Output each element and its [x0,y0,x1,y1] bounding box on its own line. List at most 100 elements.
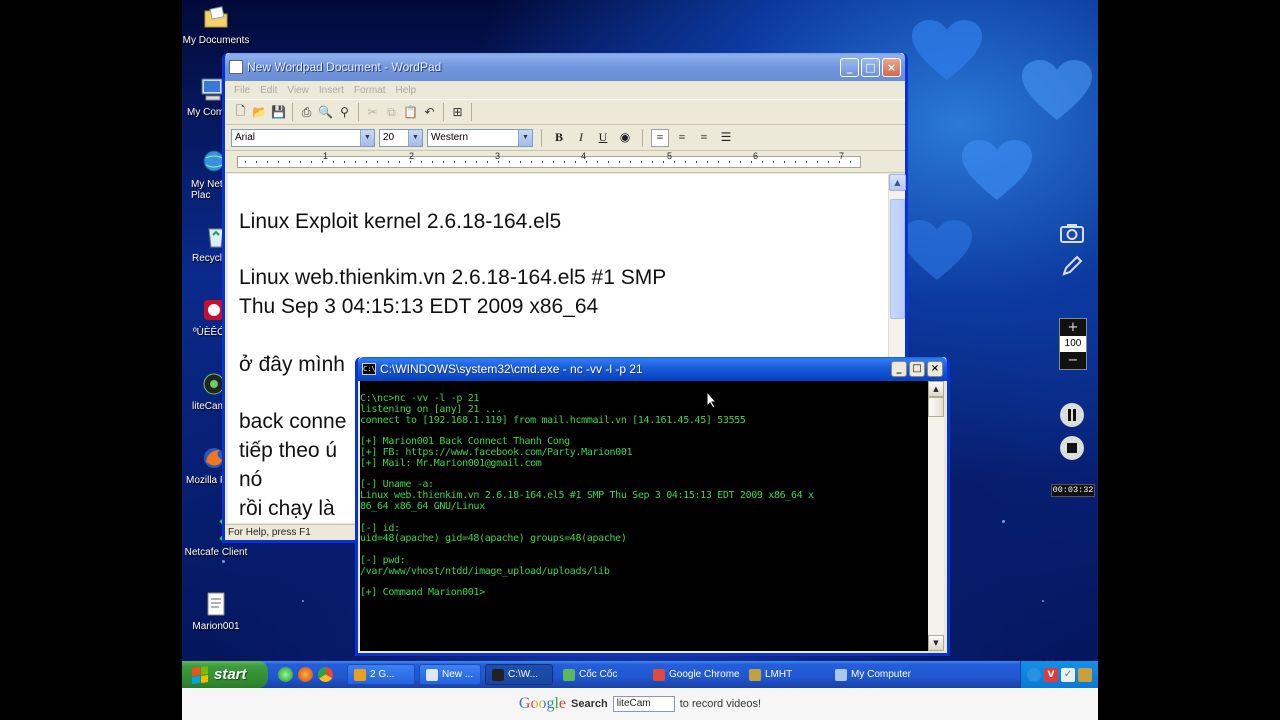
ruler-tick [421,161,422,163]
new-document-icon[interactable]: 🗋 [231,103,250,122]
coccoc-icon[interactable] [278,667,293,682]
taskbar-item-coccoc[interactable]: Cốc Cốc [557,664,643,685]
taskbar: start 2 G... New ... C:\W... Cốc Cốc Goo… [182,661,1098,688]
italic-button[interactable]: I [572,129,590,147]
scroll-up-icon[interactable]: ▲ [889,174,906,191]
menu-file[interactable]: File [229,85,255,96]
open-folder-icon[interactable]: 📂 [250,103,269,122]
taskbar-item-wordpad[interactable]: New ... [419,664,481,685]
menu-help[interactable]: Help [391,85,422,96]
ruler-tick [586,161,587,163]
maximize-button[interactable]: □ [861,57,880,77]
firefox-icon[interactable] [298,667,313,682]
minimize-button[interactable]: _ [840,57,859,77]
ruler-tick [465,161,466,163]
ruler-tick [509,161,510,163]
print-preview-icon[interactable]: 🔍 [316,103,335,122]
ruler-tick [564,161,565,163]
antivirus-icon[interactable]: V [1044,667,1058,682]
pen-icon[interactable] [1060,254,1084,278]
font-name-select[interactable]: Arial ▼ [231,128,375,147]
scroll-down-icon[interactable]: ▼ [928,635,944,651]
ruler-tick [707,161,708,163]
paste-icon[interactable]: 📋 [401,103,420,122]
font-size-select[interactable]: 20 ▼ [379,128,423,147]
print-icon[interactable]: ⎙ [297,103,316,122]
start-button[interactable]: start [182,661,268,688]
ruler-tick [245,161,246,163]
close-button[interactable]: × [882,57,901,77]
recording-timer: 00:03:32 [1051,484,1095,497]
taskbar-item-my-computer[interactable]: My Computer [829,664,921,685]
wordpad-toolbar: 🗋 📂 💾 ⎙ 🔍 ⚲ ✂ ⧉ 📋 ↶ ⊞ [225,99,905,125]
copy-icon[interactable]: ⧉ [382,103,401,122]
ruler[interactable]: 1 2 3 4 5 6 7 [225,151,905,173]
desktop-icon-marion001[interactable]: Marion001 [179,590,253,632]
align-center-icon[interactable]: ≡ [673,129,691,147]
bold-button[interactable]: B [550,129,568,147]
ruler-tick [762,161,763,163]
mouse-cursor-icon [706,391,718,409]
undo-icon[interactable]: ↶ [420,103,439,122]
scroll-thumb[interactable] [928,397,944,417]
scroll-thumb[interactable] [890,199,905,319]
wordpad-titlebar[interactable]: New Wordpad Document - WordPad _ □ × [225,53,905,81]
cmd-titlebar[interactable]: C:\ C:\WINDOWS\system32\cmd.exe - nc -vv… [358,357,947,381]
taskbar-item-lmht[interactable]: LMHT [743,664,825,685]
close-button[interactable]: × [927,361,943,377]
camera-icon[interactable] [1059,222,1085,244]
align-right-icon[interactable]: ≡ [695,129,713,147]
taskbar-item-cmd[interactable]: C:\W... [485,664,553,685]
stop-button[interactable] [1060,436,1084,460]
record-videos-text: to record videos! [679,698,762,710]
console-line: [+] Command Marion001> [360,587,485,599]
taskbar-item-browser-group[interactable]: 2 G... [347,664,415,685]
chrome-icon[interactable] [318,667,333,682]
console-line: /var/www/vhost/ntdd/image_upload/uploads… [360,565,610,577]
ruler-tick [784,161,785,163]
bullets-icon[interactable]: ☰ [717,129,735,147]
menu-format[interactable]: Format [349,85,391,96]
menu-edit[interactable]: Edit [255,85,282,96]
network-icon[interactable] [1027,667,1041,682]
save-icon[interactable]: 💾 [269,103,288,122]
heart-decoration [1022,60,1092,122]
ruler-tick [377,161,378,163]
cmd-window[interactable]: C:\ C:\WINDOWS\system32\cmd.exe - nc -vv… [355,357,950,656]
desktop-icon-my-documents[interactable]: My Documents [179,4,253,46]
console-output[interactable]: C:\nc>nc -vv -l -p 21 listening on [any] … [360,381,933,651]
search-input[interactable]: liteCam [612,696,675,712]
align-left-icon[interactable]: ≡ [651,128,669,147]
color-palette-icon[interactable]: ◉ [616,129,634,147]
tray-app-icon[interactable] [1078,667,1092,682]
scroll-up-icon[interactable]: ▲ [928,381,944,397]
ruler-tick [388,161,389,163]
insert-datetime-icon[interactable]: ⊞ [448,103,467,122]
ruler-tick [355,161,356,163]
zoom-out-button[interactable]: − [1060,352,1086,369]
quick-launch [278,667,333,682]
doc-line: nó [239,468,263,491]
ruler-tick [674,161,675,163]
ruler-tick [311,161,312,163]
cut-icon[interactable]: ✂ [363,103,382,122]
underline-button[interactable]: U [594,129,612,147]
zoom-in-button[interactable]: + [1060,319,1086,336]
find-icon[interactable]: ⚲ [335,103,354,122]
minimize-button[interactable]: _ [891,361,907,377]
console-line: listening on [any] 21 ... [360,403,502,415]
cmd-icon [492,668,504,681]
pause-button[interactable] [1060,403,1084,427]
console-scrollbar[interactable]: ▲ ▼ [928,381,944,651]
menu-view[interactable]: View [282,85,314,96]
check-icon[interactable]: ✓ [1061,667,1075,682]
script-select[interactable]: Western ▼ [427,128,533,147]
pause-icon [1068,409,1076,421]
chevron-down-icon: ▼ [408,129,422,146]
console-line: uid=48(apache) gid=48(apache) groups=48(… [360,533,627,545]
ruler-tick [531,161,532,163]
menu-insert[interactable]: Insert [314,85,349,96]
maximize-button[interactable]: □ [909,361,925,377]
ruler-tick [256,161,257,163]
taskbar-item-chrome[interactable]: Google Chrome [647,664,739,685]
